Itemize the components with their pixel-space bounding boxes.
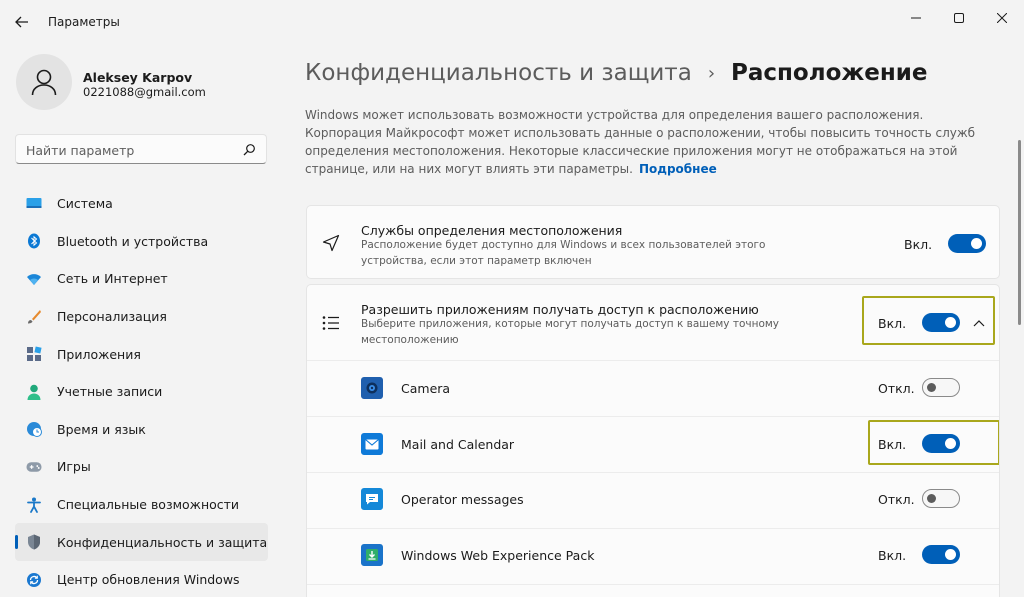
app-state: Вкл. — [878, 437, 907, 452]
location-services-state: Вкл. — [904, 237, 933, 252]
page-title: Расположение — [731, 60, 928, 86]
app-name: Operator messages — [401, 492, 524, 507]
maximize-button[interactable] — [944, 8, 974, 28]
minimize-icon — [911, 17, 921, 19]
sidebar-item-label: Приложения — [57, 346, 141, 362]
shield-icon — [26, 534, 42, 550]
sidebar-item-label: Сеть и Интернет — [57, 271, 168, 287]
sidebar-item-label: Bluetooth и устройства — [57, 233, 209, 249]
sidebar-item-label: Время и язык — [57, 421, 146, 437]
location-services-card: Службы определения местоположения Распол… — [306, 205, 1000, 279]
accessibility-icon — [26, 497, 42, 513]
avatar[interactable] — [16, 54, 72, 110]
gamepad-icon — [26, 459, 42, 475]
sidebar-item-label: Игры — [57, 459, 91, 475]
camera-location-toggle[interactable] — [922, 378, 960, 397]
sidebar-item-apps[interactable]: Приложения — [15, 335, 268, 373]
divider — [307, 528, 999, 529]
close-button[interactable] — [987, 8, 1017, 28]
divider — [307, 584, 999, 585]
system-icon — [26, 196, 42, 212]
divider — [307, 360, 999, 361]
sidebar-item-bluetooth[interactable]: Bluetooth и устройства — [15, 223, 268, 261]
sidebar-item-personalization[interactable]: Персонализация — [15, 298, 268, 336]
page-description: Windows может использовать возможности у… — [305, 106, 1000, 178]
maximize-icon — [954, 13, 964, 23]
title-bar: Параметры — [0, 0, 1024, 44]
minimize-button[interactable] — [901, 8, 931, 28]
operator-messages-location-toggle[interactable] — [922, 489, 960, 508]
sidebar-item-privacy[interactable]: Конфиденциальность и защита — [15, 523, 268, 561]
camera-app-icon — [361, 377, 383, 399]
user-icon — [31, 69, 57, 96]
app-state: Откл. — [878, 492, 915, 507]
breadcrumb-separator: › — [707, 62, 716, 84]
sidebar-item-label: Центр обновления Windows — [57, 572, 240, 588]
sidebar-item-system[interactable]: Система — [15, 185, 268, 223]
divider — [307, 472, 999, 473]
sidebar-item-accounts[interactable]: Учетные записи — [15, 373, 268, 411]
message-app-icon — [361, 488, 383, 510]
divider — [307, 416, 999, 417]
sidebar-item-label: Учетные записи — [57, 384, 163, 400]
sidebar-item-label: Система — [57, 196, 113, 212]
app-name: Mail and Calendar — [401, 437, 515, 452]
search-icon[interactable] — [242, 143, 256, 157]
sidebar-item-label: Конфиденциальность и защита — [57, 534, 268, 550]
breadcrumb: Конфиденциальность и защита › Расположен… — [305, 55, 927, 91]
account-icon — [26, 384, 42, 400]
sidebar-item-label: Персонализация — [57, 309, 167, 325]
app-access-subtitle: Выберите приложения, которые могут получ… — [361, 318, 780, 346]
sidebar-item-accessibility[interactable]: Специальные возможности — [15, 486, 268, 524]
app-state: Вкл. — [878, 548, 907, 563]
widgets-app-icon — [361, 544, 383, 566]
list-icon — [321, 313, 341, 333]
apps-icon — [26, 346, 42, 362]
mail-app-icon — [361, 433, 383, 455]
location-services-title: Службы определения местоположения — [361, 223, 623, 238]
sidebar-item-label: Специальные возможности — [57, 497, 240, 513]
user-name: Aleksey Karpov — [83, 70, 193, 85]
app-location-access-card: Разрешить приложениям получать доступ к … — [306, 284, 1000, 597]
learn-more-link[interactable]: Подробнее — [639, 162, 717, 176]
app-access-toggle[interactable] — [922, 313, 960, 332]
user-email: 0221088@gmail.com — [83, 85, 206, 99]
app-state: Откл. — [878, 381, 915, 396]
sidebar-nav: Система Bluetooth и устройства Сеть и Ин… — [15, 185, 268, 597]
search-box[interactable] — [15, 134, 267, 164]
bluetooth-icon — [26, 233, 42, 249]
wifi-icon — [26, 271, 42, 287]
app-name: Camera — [401, 381, 451, 396]
sidebar-item-network[interactable]: Сеть и Интернет — [15, 260, 268, 298]
app-title: Параметры — [48, 15, 120, 29]
app-access-title: Разрешить приложениям получать доступ к … — [361, 302, 759, 317]
brush-icon — [26, 309, 42, 325]
arrow-left-icon — [15, 16, 28, 28]
update-icon — [26, 572, 42, 588]
close-icon — [997, 13, 1007, 23]
web-experience-pack-location-toggle[interactable] — [922, 545, 960, 564]
app-access-state: Вкл. — [878, 316, 907, 331]
app-name: Windows Web Experience Pack — [401, 548, 595, 563]
sidebar-item-windows-update[interactable]: Центр обновления Windows — [15, 561, 268, 597]
globe-clock-icon — [26, 421, 42, 438]
location-services-subtitle: Расположение будет доступно для Windows … — [361, 239, 766, 267]
mail-calendar-location-toggle[interactable] — [922, 434, 960, 453]
user-profile[interactable]: Aleksey Karpov 0221088@gmail.com — [16, 54, 276, 114]
back-button[interactable] — [12, 12, 32, 32]
chevron-up-icon[interactable] — [969, 313, 989, 333]
sidebar-item-time-language[interactable]: Время и язык — [15, 411, 268, 449]
breadcrumb-parent-link[interactable]: Конфиденциальность и защита — [305, 60, 692, 86]
location-services-toggle[interactable] — [948, 234, 986, 253]
sidebar-item-gaming[interactable]: Игры — [15, 448, 268, 486]
scrollbar[interactable] — [1018, 140, 1021, 325]
search-input[interactable] — [26, 141, 226, 159]
location-arrow-icon — [321, 233, 341, 253]
